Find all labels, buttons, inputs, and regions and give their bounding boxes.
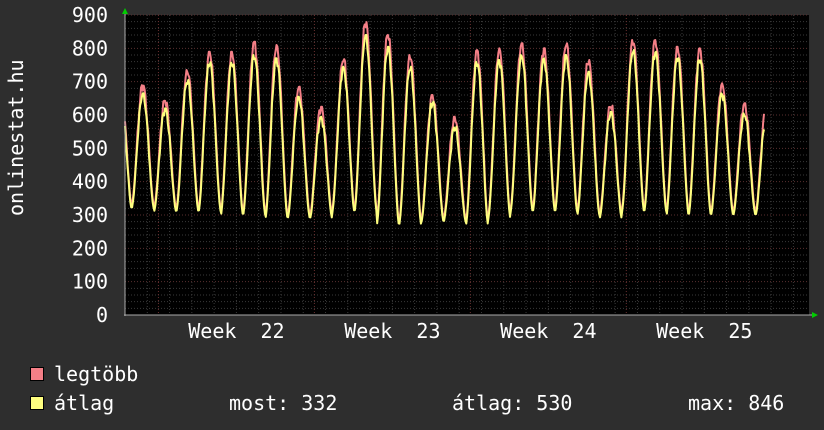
y-axis-ticks: 0 100 200 300 400 500 600 700 800 900: [72, 3, 108, 327]
y-tick-label: 300: [72, 203, 108, 227]
x-axis-ticks: Week 22 Week 23 Week 24 Week 25: [188, 319, 752, 343]
y-tick-label: 600: [72, 103, 108, 127]
y-tick-label: 800: [72, 36, 108, 60]
stat-max: max: 846: [688, 391, 785, 415]
legend-label-max: legtöbb: [54, 362, 139, 386]
legend-swatch-max: [30, 367, 44, 381]
x-tick-label: Week 25: [656, 319, 752, 343]
y-tick-label: 500: [72, 136, 108, 160]
y-tick-label: 100: [72, 270, 108, 294]
y-tick-label: 700: [72, 70, 108, 94]
y-tick-label: 900: [72, 3, 108, 27]
y-tick-label: 200: [72, 236, 108, 260]
legend-swatch-avg: [30, 396, 44, 410]
stat-average: átlag: 530: [452, 391, 573, 415]
legend-item-avg: átlag: [30, 393, 114, 413]
y-axis-arrow-icon: [122, 8, 128, 14]
x-tick-label: Week 24: [500, 319, 596, 343]
x-tick-label: Week 23: [344, 319, 440, 343]
stat-now: most: 332: [229, 391, 338, 415]
y-tick-label: 400: [72, 170, 108, 194]
x-axis-arrow-icon: [812, 312, 818, 318]
legend-item-max: legtöbb: [30, 364, 138, 384]
y-axis-label: onlinestat.hu: [4, 59, 28, 216]
y-tick-label: 0: [96, 303, 108, 327]
legend-label-avg: átlag: [54, 391, 115, 415]
x-tick-label: Week 22: [188, 319, 284, 343]
